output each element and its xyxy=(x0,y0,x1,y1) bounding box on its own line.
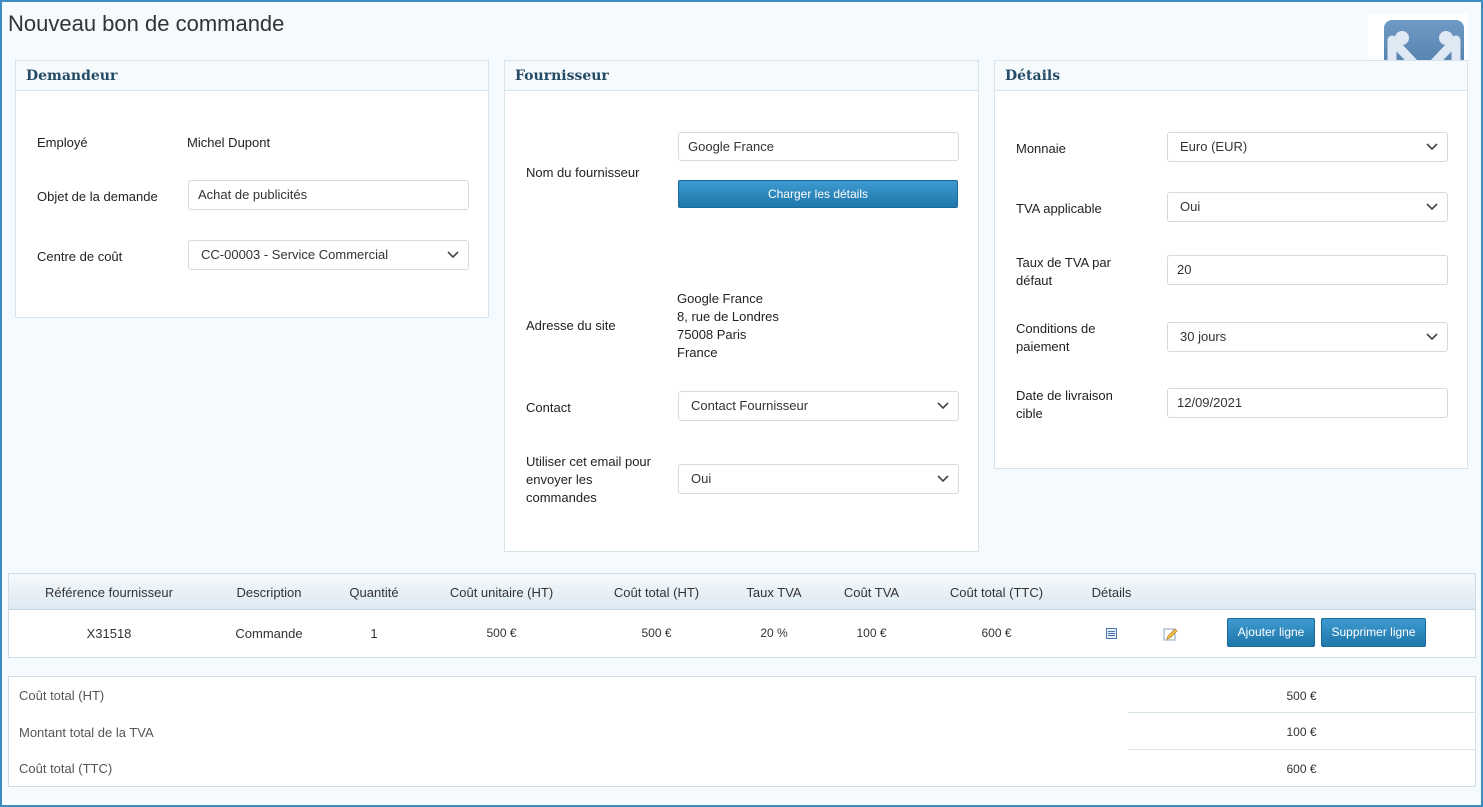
contact-label: Contact xyxy=(526,400,571,415)
vat-rate-value: 20 xyxy=(1177,262,1192,277)
demandeur-panel: Demandeur Employé Michel Dupont Objet de… xyxy=(15,60,489,318)
object-input-value: Achat de publicités xyxy=(198,187,308,202)
table-header: Référence fournisseur Description Quanti… xyxy=(9,574,1475,610)
object-input[interactable]: Achat de publicités xyxy=(188,180,469,210)
fournisseur-panel: Fournisseur Nom du fournisseur Google Fr… xyxy=(504,60,979,552)
column-header: Coût total (HT) xyxy=(613,585,700,600)
vat-applicable-label: TVA applicable xyxy=(1016,201,1102,216)
chevron-down-icon xyxy=(1426,143,1438,151)
currency-value: Euro (EUR) xyxy=(1180,139,1248,154)
total-vat-label: Montant total de la TVA xyxy=(19,725,154,740)
column-header: Quantité xyxy=(349,585,399,600)
cost-center-select[interactable]: CC-00003 - Service Commercial xyxy=(188,240,469,270)
payment-terms-select[interactable]: 30 jours xyxy=(1167,322,1448,352)
cost-center-value: CC-00003 - Service Commercial xyxy=(201,247,389,262)
totals-panel: Coût total (HT) 500 € Montant total de l… xyxy=(8,676,1476,787)
details-heading: Détails xyxy=(995,61,1467,91)
cost-center-label: Centre de coût xyxy=(37,249,123,264)
contact-select[interactable]: Contact Fournisseur xyxy=(678,391,959,421)
address-line: Google France xyxy=(677,291,763,306)
total-ttc-label: Coût total (TTC) xyxy=(19,761,113,776)
contact-value: Contact Fournisseur xyxy=(691,398,809,413)
chevron-down-icon xyxy=(1426,203,1438,211)
column-header: Taux TVA xyxy=(746,585,802,600)
cell-total-ht: 500 € xyxy=(641,626,672,640)
column-header: Coût unitaire (HT) xyxy=(449,585,554,600)
vat-applicable-select[interactable]: Oui xyxy=(1167,192,1448,222)
column-header: Référence fournisseur xyxy=(45,585,173,600)
column-header: Coût total (TTC) xyxy=(949,585,1044,600)
site-address-label: Adresse du site xyxy=(526,318,616,333)
column-header: Coût TVA xyxy=(843,585,900,600)
employee-label: Employé xyxy=(37,135,88,150)
use-email-value: Oui xyxy=(691,471,712,486)
page-title: Nouveau bon de commande xyxy=(8,11,285,36)
address-line: 8, rue de Londres xyxy=(677,309,779,324)
supplier-name-label: Nom du fournisseur xyxy=(526,165,640,180)
column-header: Description xyxy=(236,585,302,600)
column-header: Détails xyxy=(1091,585,1132,600)
chevron-down-icon xyxy=(447,251,459,259)
cell-vat-rate: 20 % xyxy=(760,626,788,640)
cell-total-ttc: 600 € xyxy=(981,626,1012,640)
currency-label: Monnaie xyxy=(1016,141,1066,156)
chevron-down-icon xyxy=(937,475,949,483)
details-panel: Détails Monnaie Euro (EUR) TVA applicabl… xyxy=(994,60,1468,469)
total-ttc-value: 600 € xyxy=(1286,762,1317,776)
delete-line-button[interactable]: Supprimer ligne xyxy=(1321,618,1426,647)
currency-select[interactable]: Euro (EUR) xyxy=(1167,132,1448,162)
site-address: Google France 8, rue de Londres 75008 Pa… xyxy=(677,290,779,362)
vat-applicable-value: Oui xyxy=(1180,199,1201,214)
cell-description: Commande xyxy=(235,626,303,641)
fournisseur-heading: Fournisseur xyxy=(505,61,978,91)
demandeur-heading: Demandeur xyxy=(16,61,488,91)
vat-rate-label: Taux de TVA par défaut xyxy=(1016,255,1111,288)
payment-terms-value: 30 jours xyxy=(1180,329,1227,344)
order-lines-table: Référence fournisseur Description Quanti… xyxy=(8,573,1476,658)
object-label: Objet de la demande xyxy=(37,189,158,204)
divider xyxy=(1128,712,1476,713)
chevron-down-icon xyxy=(937,402,949,410)
address-line: 75008 Paris xyxy=(677,327,747,342)
edit-icon[interactable] xyxy=(1163,626,1178,641)
load-details-button[interactable]: Charger les détails xyxy=(678,180,958,208)
app-window: Nouveau bon de commande Demandeur Employ… xyxy=(0,0,1483,807)
cell-reference: X31518 xyxy=(86,626,132,641)
add-line-button[interactable]: Ajouter ligne xyxy=(1227,618,1315,647)
total-vat-value: 100 € xyxy=(1286,725,1317,739)
employee-value: Michel Dupont xyxy=(187,135,271,150)
total-ht-label: Coût total (HT) xyxy=(19,688,105,703)
supplier-name-value: Google France xyxy=(688,139,774,154)
delivery-date-input[interactable]: 12/09/2021 xyxy=(1167,388,1448,418)
cell-quantity: 1 xyxy=(370,626,378,641)
cell-unit-cost: 500 € xyxy=(486,626,517,640)
delivery-date-value: 12/09/2021 xyxy=(1177,395,1243,410)
use-email-label: Utiliser cet email pour envoyer les comm… xyxy=(526,454,651,505)
delivery-date-label: Date de livraison cible xyxy=(1016,388,1113,421)
chevron-down-icon xyxy=(1426,333,1438,341)
supplier-name-input[interactable]: Google France xyxy=(678,132,959,161)
use-email-select[interactable]: Oui xyxy=(678,464,959,494)
cell-vat-cost: 100 € xyxy=(856,626,887,640)
payment-terms-label: Conditions de paiement xyxy=(1016,321,1096,354)
vat-rate-input[interactable]: 20 xyxy=(1167,255,1448,285)
divider xyxy=(1128,749,1476,750)
details-icon[interactable] xyxy=(1106,628,1117,639)
address-line: France xyxy=(677,345,718,360)
total-ht-value: 500 € xyxy=(1286,689,1317,703)
